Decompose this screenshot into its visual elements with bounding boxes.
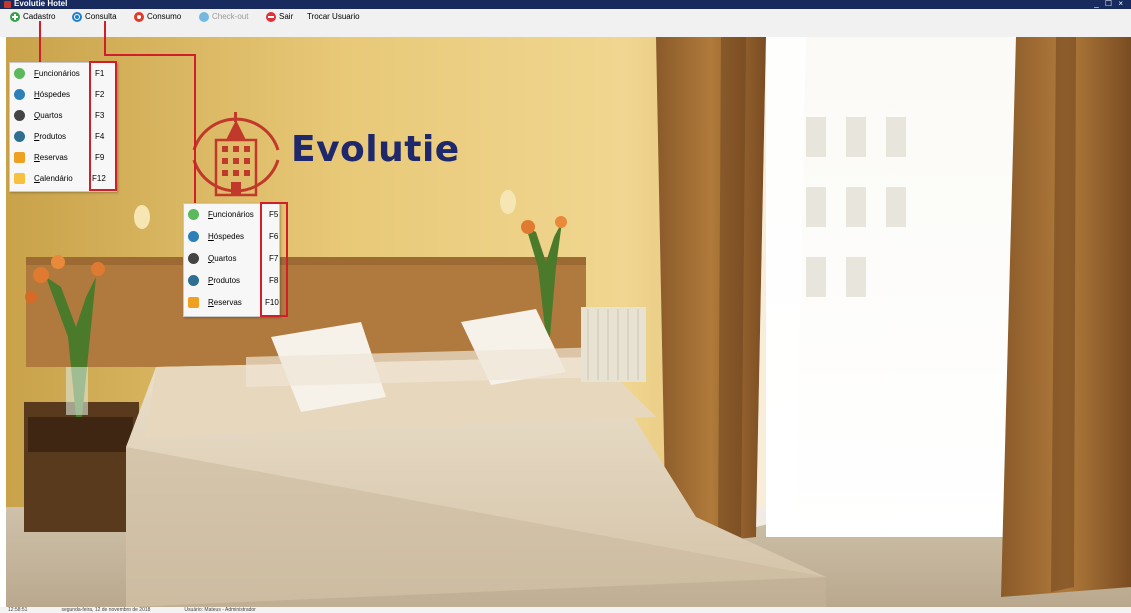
reservations-icon [14,152,25,163]
connector-line [104,54,196,56]
employees-icon [14,68,25,79]
hotel-room-background [6,37,1131,607]
exit-icon [266,12,276,22]
logo-text: Evolutie [291,129,460,170]
status-bar: 12:58:51 segunda-feira, 12 de novembro de… [0,607,1131,613]
shortcut-highlight-box [260,202,288,317]
connector-line [194,54,196,203]
menu-item-label: Funcionários [208,210,254,219]
title-bar: Evolutie Hotel _ ☐ × [0,0,1131,9]
guests-icon [188,231,199,242]
menu-item-label: Reservas [208,298,242,307]
menu-item-label: Quartos [208,254,237,263]
menu-consulta-label: Consulta [85,12,117,21]
products-icon [188,275,199,286]
consumption-icon [134,12,144,22]
menu-cadastro[interactable]: Cadastro [10,11,55,23]
menu-trocar-usuario-label: Trocar Usuario [307,12,360,21]
menu-item-label: Quartos [34,111,63,120]
menu-item-label: Produtos [208,276,241,285]
status-user: Usuário: Mateus - Administrador [184,607,256,613]
menu-consumo[interactable]: Consumo [134,11,181,23]
search-icon [72,12,82,22]
menu-item-label: Funcionários [34,69,80,78]
menu-sair-label: Sair [279,12,294,21]
menu-consulta[interactable]: Consulta [72,11,117,23]
status-date: segunda-feira, 12 de novembro de 2018 [61,607,151,613]
connector-line [104,21,106,55]
menu-checkout-label: Check-out [212,12,249,21]
calendar-icon [14,173,25,184]
connector-line [39,21,41,62]
status-time: 12:58:51 [8,607,28,613]
menu-item-label: Produtos [34,132,67,141]
menu-item-label: Hóspedes [208,232,245,241]
app-icon [4,1,11,8]
menu-item-label: Hóspedes [34,90,71,99]
products-icon [14,131,25,142]
hotel-building-icon [192,112,280,197]
reservations-icon [188,297,199,308]
menu-trocar-usuario[interactable]: Trocar Usuario [307,11,360,23]
menu-bar: Cadastro Consulta Consumo Check-out Sair… [0,9,1131,37]
menu-sair[interactable]: Sair [266,11,293,23]
checkout-icon [199,12,209,22]
window-title: Evolutie Hotel [14,0,68,8]
menu-checkout[interactable]: Check-out [199,11,248,23]
menu-item-label: Calendário [34,174,73,183]
shortcut-highlight-box [89,61,117,191]
window-controls[interactable]: _ ☐ × [1094,0,1125,9]
employees-icon [188,209,199,220]
plus-icon [10,12,20,22]
rooms-icon [188,253,199,264]
guests-icon [14,89,25,100]
menu-consumo-label: Consumo [147,12,182,21]
menu-item-label: Reservas [34,153,68,162]
rooms-icon [14,110,25,121]
